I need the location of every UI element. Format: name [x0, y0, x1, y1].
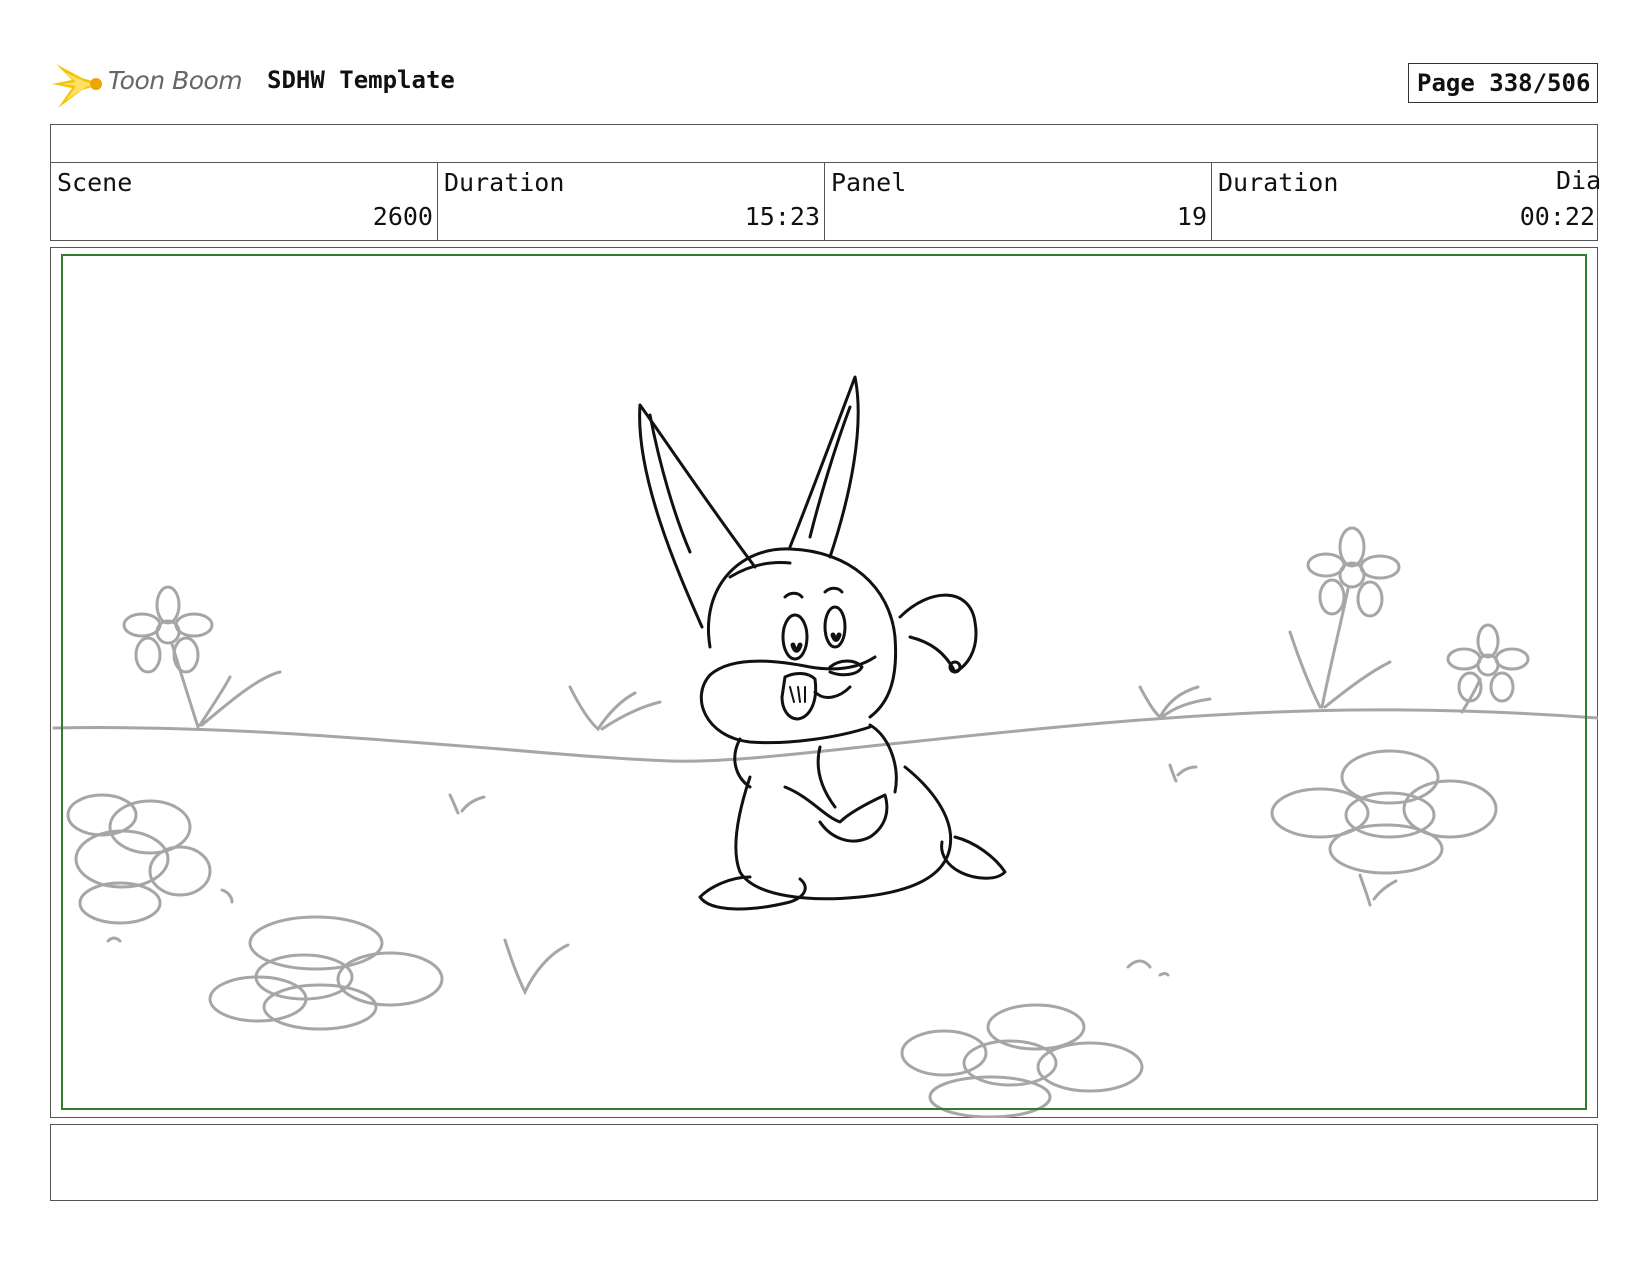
action-notes-box[interactable] — [50, 1124, 1598, 1201]
scene-duration-label: Duration — [444, 168, 565, 197]
scene-value: 2600 — [372, 202, 433, 231]
toon-boom-logo: Toon Boom — [52, 56, 252, 112]
safe-area-guide — [61, 254, 1587, 1110]
document-title: SDHW Template — [267, 66, 455, 94]
panel-duration-value: 00:22 — [1519, 202, 1595, 231]
page-indicator: Page 338/506 — [1408, 63, 1598, 103]
logo-text: Toon Boom — [108, 66, 243, 95]
dialogue-label: Dia — [1556, 166, 1602, 195]
panel-duration-label: Duration — [1218, 168, 1339, 197]
scene-cell: Scene 2600 — [51, 163, 438, 240]
scene-duration-value: 15:23 — [744, 202, 820, 231]
panel-cell: Panel 19 — [825, 163, 1212, 240]
panel-duration-cell: Duration 00:22 — [1212, 163, 1599, 240]
scene-duration-cell: Duration 15:23 — [438, 163, 825, 240]
sequence-header-bar — [50, 124, 1598, 163]
star-burst-icon — [52, 64, 102, 108]
panel-label: Panel — [831, 168, 907, 197]
panel-value: 19 — [1176, 202, 1207, 231]
panel-info-row: Scene 2600 Duration 15:23 Panel 19 Durat… — [50, 162, 1598, 241]
scene-label: Scene — [57, 168, 133, 197]
